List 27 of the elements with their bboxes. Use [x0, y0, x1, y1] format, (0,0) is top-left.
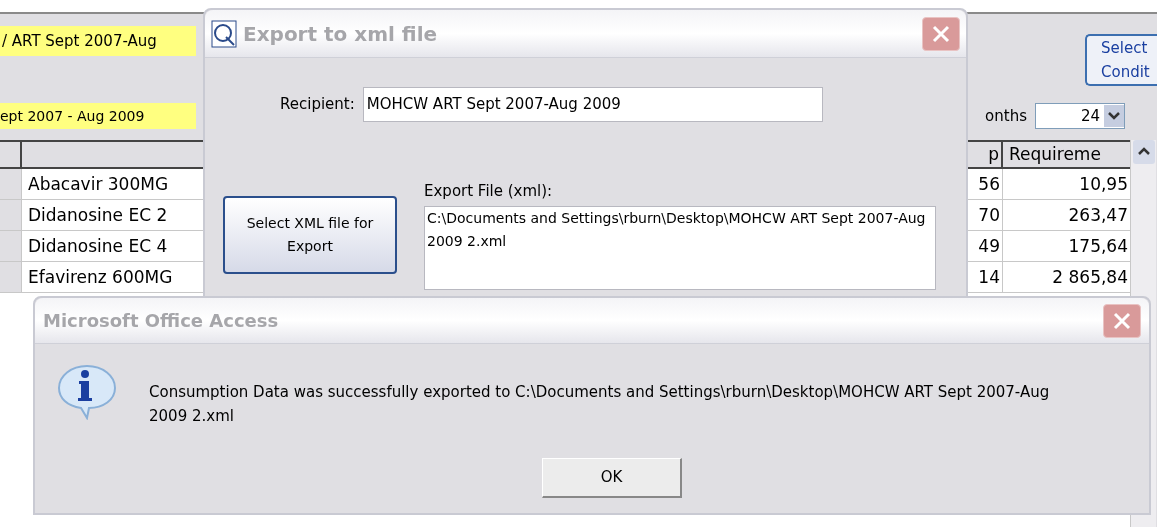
- export-file-field[interactable]: C:\Documents and Settings\rburn\Desktop\MOHCW ART Sept 2007-Aug 2009 2.xml: [424, 205, 936, 290]
- months-label: onths: [985, 105, 1027, 127]
- text-field[interactable]: ept 2007 - Aug 2009: [0, 103, 196, 129]
- row-selector[interactable]: [0, 231, 22, 262]
- select-file-button[interactable]: Select XML file for Export: [223, 196, 397, 274]
- app-icon: [211, 19, 237, 48]
- dialog-title: Export to xml file: [243, 20, 438, 48]
- dropdown-value: 24: [1080, 105, 1101, 127]
- close-icon: [1112, 310, 1132, 331]
- close-button[interactable]: [1103, 303, 1141, 338]
- text-field[interactable]: / ART Sept 2007-Aug: [0, 26, 196, 56]
- scroll-up-icon[interactable]: [1132, 140, 1155, 164]
- row-selector[interactable]: [0, 200, 22, 231]
- export-file-label: Export File (xml):: [424, 181, 554, 202]
- close-icon: [931, 23, 951, 44]
- select-button[interactable]: Select Condit: [1085, 34, 1157, 86]
- column-header[interactable]: Requireme: [1003, 142, 1130, 169]
- months-dropdown[interactable]: 24: [1035, 103, 1125, 129]
- row-selector[interactable]: [0, 262, 22, 293]
- recipient-label: Recipient:: [280, 94, 355, 116]
- ok-button[interactable]: OK: [542, 458, 682, 498]
- info-icon: [57, 364, 117, 420]
- recipient-field[interactable]: MOHCW ART Sept 2007-Aug 2009: [362, 87, 823, 122]
- close-button[interactable]: [922, 16, 960, 51]
- message-text: Consumption Data was successfully exported to C:\Documents and Settings\rburn\Desktop\MOHCW ART Sept 2007-Aug 2009 2.xml: [149, 382, 1051, 427]
- dialog-title: Microsoft Office Access: [43, 309, 279, 333]
- row-selector[interactable]: [0, 169, 22, 200]
